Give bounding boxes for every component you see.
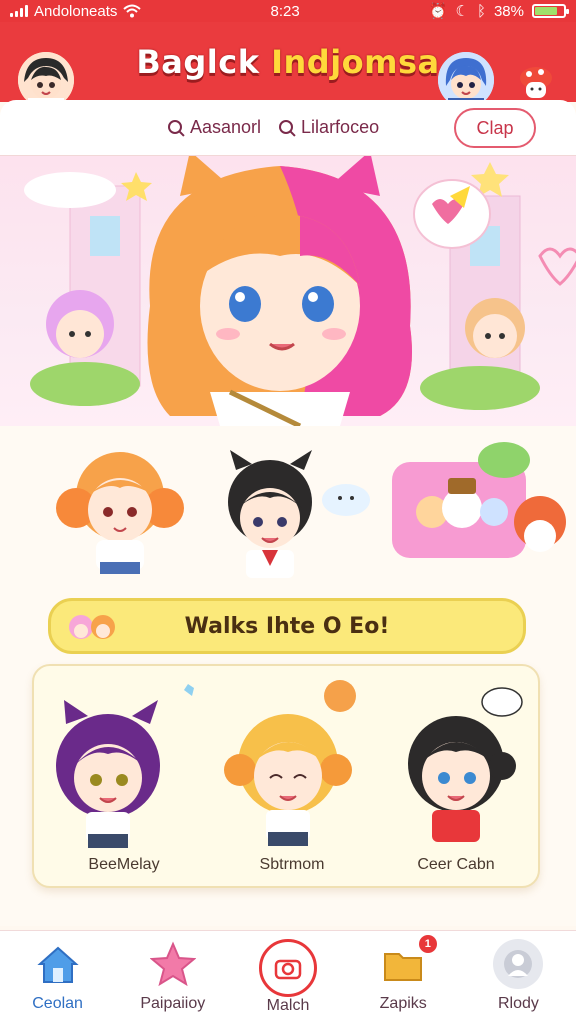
moon-icon: ☾ bbox=[455, 3, 469, 20]
tab-label: Rlody bbox=[497, 995, 539, 1012]
sticker-cat-girl[interactable] bbox=[228, 450, 370, 578]
character-dark-hair[interactable] bbox=[408, 687, 523, 842]
home-icon bbox=[33, 939, 83, 989]
star-icon bbox=[148, 939, 198, 989]
character-name: BeeMelay bbox=[88, 856, 160, 873]
featured-banner[interactable]: Walks Ihte O Eo! bbox=[48, 598, 526, 654]
app-title-right: Indjomsa bbox=[271, 43, 440, 81]
hero-illustration[interactable] bbox=[0, 156, 576, 426]
app-header: Baglck Indjomsa bbox=[0, 22, 576, 108]
mushroom-mascot-icon bbox=[520, 67, 552, 98]
tab-profile[interactable]: Rlody bbox=[461, 931, 576, 1024]
hero-scene bbox=[24, 156, 576, 426]
banner-characters-icon bbox=[69, 615, 115, 639]
globe-icon bbox=[493, 939, 544, 989]
carrier-label: Andoloneats bbox=[34, 2, 118, 20]
battery-icon bbox=[531, 4, 569, 18]
character-name: Sbtrmom bbox=[259, 856, 325, 873]
sticker-group-card[interactable] bbox=[392, 442, 566, 558]
signal-icon bbox=[10, 5, 28, 17]
character-purple[interactable] bbox=[56, 684, 194, 848]
app-title-left: Baglck bbox=[136, 43, 260, 81]
notification-badge: 1 bbox=[418, 935, 437, 953]
sticker-orange-girl[interactable] bbox=[56, 452, 184, 574]
status-bar: Andoloneats 8:23 ⏰ ☾ ᛒ 38% bbox=[0, 0, 576, 22]
search-icon bbox=[279, 119, 295, 136]
tab-label: Zapiks bbox=[379, 995, 427, 1012]
character-blonde[interactable] bbox=[224, 680, 356, 846]
battery-percent: 38% bbox=[493, 2, 524, 20]
banner-title: Walks Ihte O Eo! bbox=[184, 613, 390, 639]
sticker-row bbox=[56, 442, 566, 578]
wifi-icon bbox=[123, 4, 142, 18]
camera-icon bbox=[259, 939, 317, 997]
character-card: BeeMelay Sbtrmom Ceer Cabn bbox=[32, 664, 540, 888]
status-time: 8:23 bbox=[270, 2, 300, 20]
tab-camera[interactable]: Malch bbox=[230, 931, 345, 1024]
tab-label: Paipaiioy bbox=[140, 995, 206, 1012]
tab-favorites[interactable]: Paipaiioy bbox=[115, 931, 230, 1024]
tab-home[interactable]: Ceolan bbox=[0, 931, 115, 1024]
app-title: Baglck Indjomsa bbox=[136, 43, 439, 81]
bluetooth-icon: ᛒ bbox=[476, 2, 486, 20]
character-name: Ceer Cabn bbox=[417, 856, 495, 873]
bottom-tab-bar: Ceolan Paipaiioy Malch 1 Zapiks Rlody bbox=[0, 930, 576, 1024]
search-chip-label: Aasanorl bbox=[190, 117, 262, 137]
search-bar: Aasanorl Lilarfoceo Clap bbox=[0, 100, 576, 156]
search-chip-2[interactable]: Lilarfoceo bbox=[279, 117, 379, 138]
tab-label: Ceolan bbox=[32, 995, 83, 1012]
alarm-icon: ⏰ bbox=[428, 3, 448, 20]
tab-label: Malch bbox=[266, 997, 310, 1014]
tab-folder[interactable]: 1 Zapiks bbox=[346, 931, 461, 1024]
clap-button[interactable]: Clap bbox=[454, 108, 536, 148]
search-icon bbox=[168, 119, 184, 136]
search-chip-label: Lilarfoceo bbox=[301, 117, 380, 137]
search-chip-1[interactable]: Aasanorl bbox=[168, 117, 261, 138]
